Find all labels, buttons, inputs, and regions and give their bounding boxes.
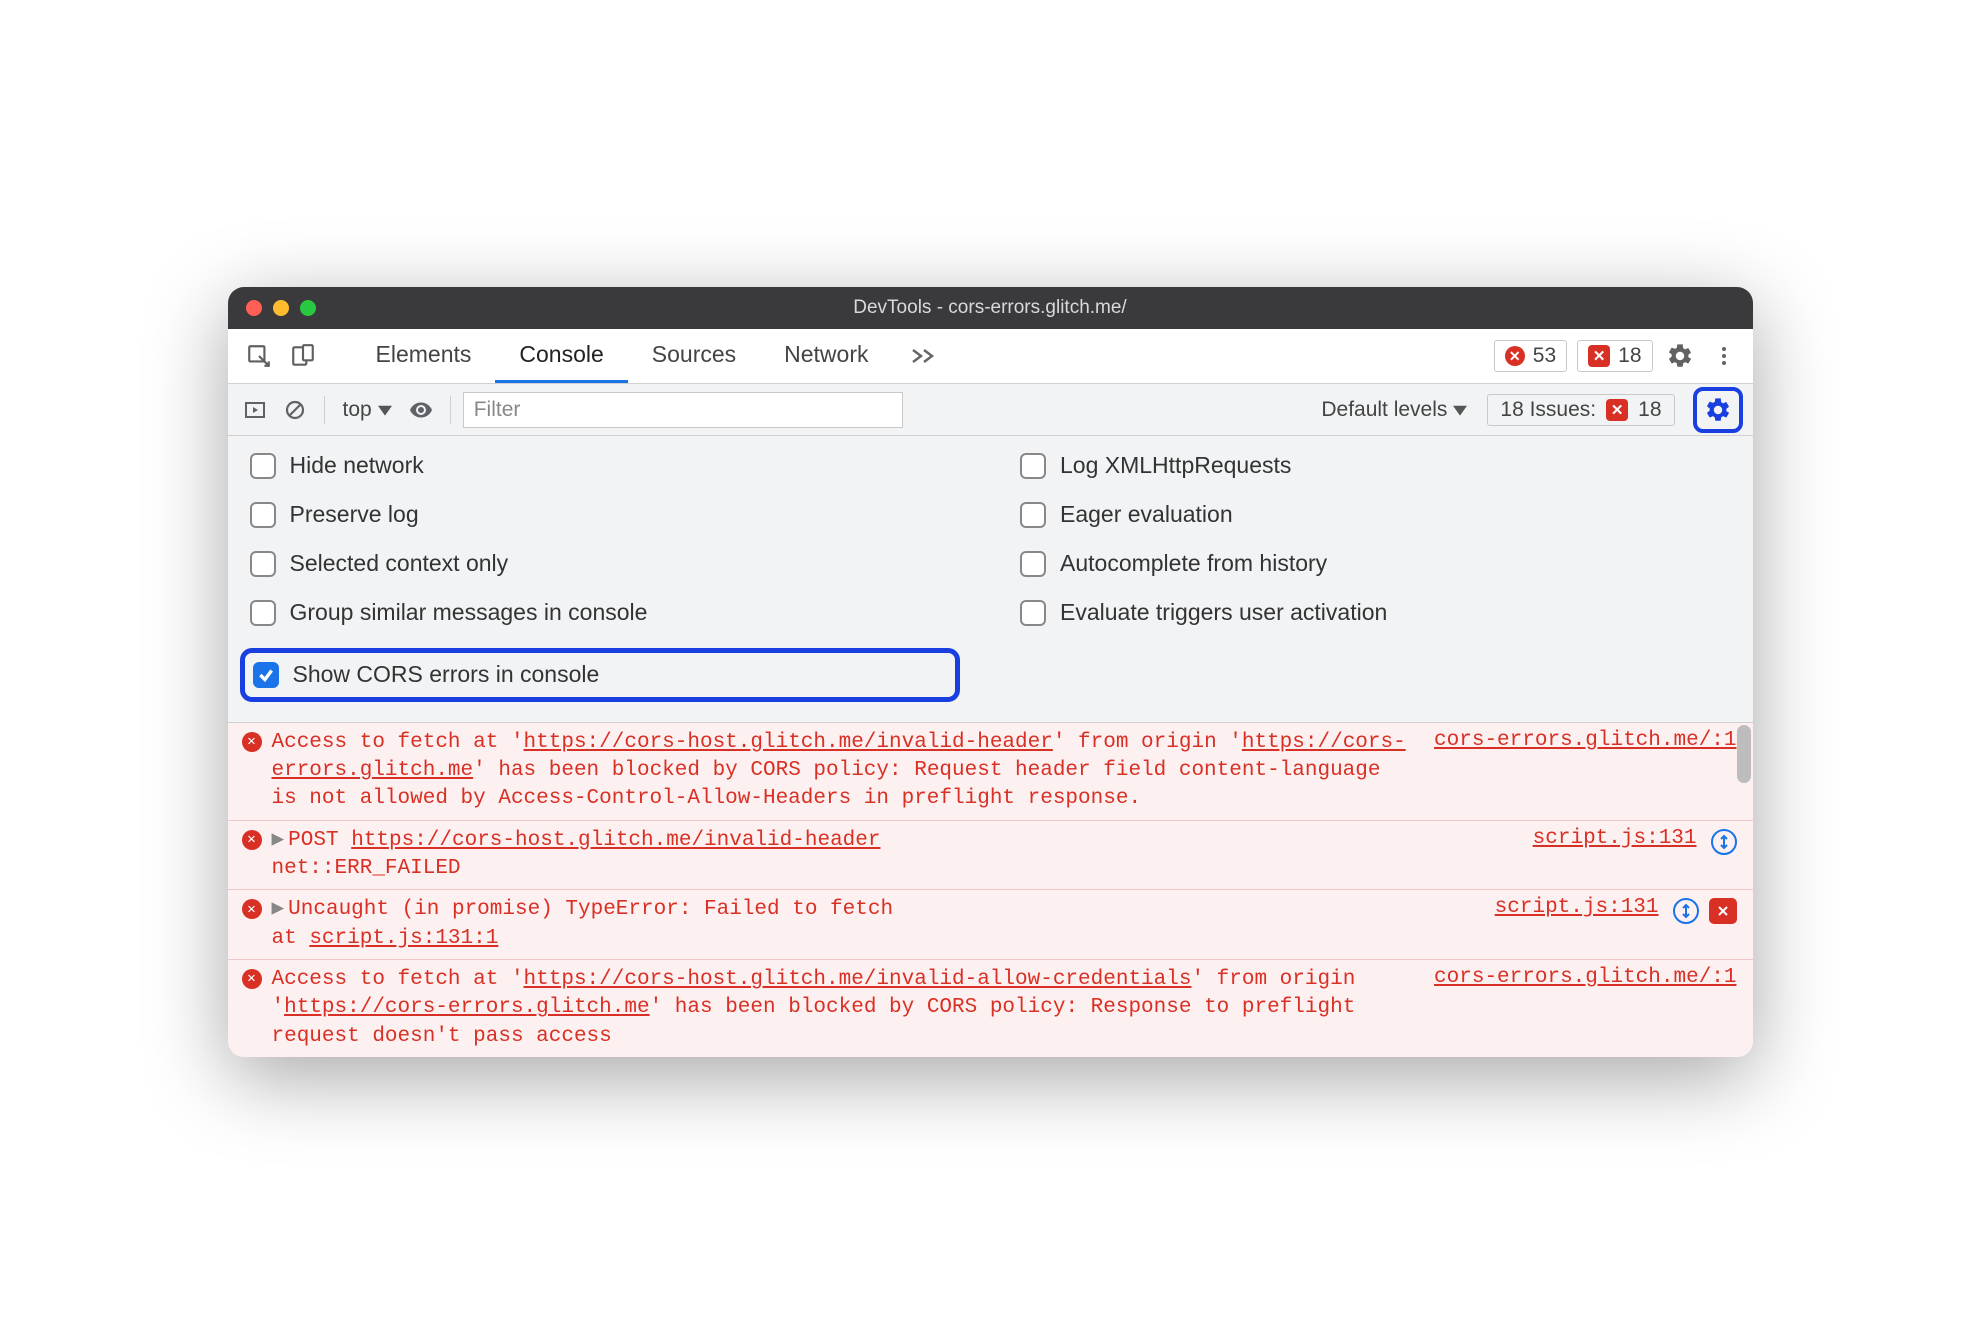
error-icon: ✕: [242, 899, 262, 919]
separator: [324, 396, 325, 424]
console-settings-panel: Hide network Log XMLHttpRequests Preserv…: [228, 436, 1753, 723]
checkbox-autocomplete-history[interactable]: Autocomplete from history: [1020, 550, 1327, 577]
issue-icon: ✕: [1588, 345, 1610, 367]
log-entry[interactable]: ✕ ▶POST https://cors-host.glitch.me/inva…: [228, 821, 1753, 891]
console-log-area: ✕ Access to fetch at 'https://cors-host.…: [228, 723, 1753, 1057]
close-window-button[interactable]: [246, 300, 262, 316]
checkbox-icon: [1020, 551, 1046, 577]
context-selector[interactable]: top: [337, 398, 398, 422]
titlebar: DevTools - cors-errors.glitch.me/: [228, 287, 1753, 329]
log-entry[interactable]: ✕ ▶Uncaught (in promise) TypeError: Fail…: [228, 890, 1753, 960]
checkbox-show-cors-errors[interactable]: Show CORS errors in console: [253, 661, 600, 688]
log-message: ▶Uncaught (in promise) TypeError: Failed…: [266, 896, 1475, 953]
checkbox-icon: [1020, 502, 1046, 528]
tab-network[interactable]: Network: [760, 329, 892, 383]
checkbox-icon: [253, 662, 279, 688]
log-levels-selector[interactable]: Default levels: [1321, 398, 1467, 422]
device-toolbar-icon[interactable]: [284, 337, 322, 375]
log-entry[interactable]: ✕ Access to fetch at 'https://cors-host.…: [228, 960, 1753, 1057]
checkbox-label: Hide network: [290, 452, 424, 479]
tabs-overflow-button[interactable]: [893, 329, 953, 383]
tab-console[interactable]: Console: [495, 329, 627, 383]
console-toolbar: top Default levels 18 Issues: ✕ 18: [228, 384, 1753, 436]
tab-sources[interactable]: Sources: [628, 329, 760, 383]
checkbox-label: Selected context only: [290, 550, 509, 577]
expand-triangle-icon[interactable]: ▶: [272, 829, 285, 852]
checkbox-icon: [250, 600, 276, 626]
checkbox-group-similar[interactable]: Group similar messages in console: [250, 599, 648, 626]
minimize-window-button[interactable]: [273, 300, 289, 316]
log-source-link[interactable]: cors-errors.glitch.me/:1: [1414, 966, 1736, 1051]
error-icon: ✕: [242, 830, 262, 850]
scrollbar[interactable]: [1737, 725, 1751, 783]
filter-input[interactable]: [463, 392, 903, 428]
checkbox-hide-network[interactable]: Hide network: [250, 452, 424, 479]
checkbox-label: Log XMLHttpRequests: [1060, 452, 1291, 479]
panel-tabstrip: Elements Console Sources Network ✕ 53 ✕ …: [228, 329, 1753, 384]
error-icon: ✕: [242, 969, 262, 989]
tab-elements[interactable]: Elements: [352, 329, 496, 383]
error-icon: ✕: [1505, 346, 1525, 366]
errors-count: 53: [1533, 344, 1556, 368]
issues-count: 18: [1618, 344, 1641, 368]
more-options-icon[interactable]: [1707, 339, 1741, 373]
error-icon: ✕: [242, 732, 262, 752]
checkbox-icon: [1020, 453, 1046, 479]
traffic-lights: [228, 300, 316, 316]
checkbox-icon: [1020, 600, 1046, 626]
clear-console-icon[interactable]: [278, 393, 312, 427]
context-label: top: [343, 398, 372, 422]
toggle-drawer-icon[interactable]: [238, 393, 272, 427]
log-message: Access to fetch at 'https://cors-host.gl…: [266, 729, 1415, 814]
issues-badge[interactable]: ✕ 18: [1577, 340, 1652, 372]
checkbox-preserve-log[interactable]: Preserve log: [250, 501, 419, 528]
inspect-element-icon[interactable]: [240, 337, 278, 375]
checkbox-label: Autocomplete from history: [1060, 550, 1327, 577]
separator: [450, 396, 451, 424]
checkbox-icon: [250, 551, 276, 577]
live-expression-icon[interactable]: [404, 393, 438, 427]
issues-badge-count: 18: [1638, 398, 1661, 422]
issues-counter[interactable]: 18 Issues: ✕ 18: [1487, 394, 1674, 426]
log-message: ▶POST https://cors-host.glitch.me/invali…: [266, 827, 1513, 884]
checkbox-label: Show CORS errors in console: [293, 661, 600, 688]
network-reveal-icon[interactable]: [1673, 898, 1699, 924]
window-title: DevTools - cors-errors.glitch.me/: [228, 297, 1753, 319]
issue-icon: ✕: [1606, 399, 1628, 421]
checkbox-icon: [250, 502, 276, 528]
settings-gear-icon[interactable]: [1663, 339, 1697, 373]
checkbox-eager-eval[interactable]: Eager evaluation: [1020, 501, 1233, 528]
network-reveal-icon[interactable]: [1711, 829, 1737, 855]
checkbox-selected-context[interactable]: Selected context only: [250, 550, 509, 577]
log-message: Access to fetch at 'https://cors-host.gl…: [266, 966, 1415, 1051]
levels-label: Default levels: [1321, 398, 1447, 422]
expand-triangle-icon[interactable]: ▶: [272, 898, 285, 921]
checkbox-icon: [250, 453, 276, 479]
devtools-window: DevTools - cors-errors.glitch.me/ Elemen…: [228, 287, 1753, 1057]
console-settings-gear-highlighted[interactable]: [1693, 387, 1743, 433]
log-source-link[interactable]: script.js:131: [1475, 896, 1659, 953]
maximize-window-button[interactable]: [300, 300, 316, 316]
checkbox-label: Preserve log: [290, 501, 419, 528]
errors-badge[interactable]: ✕ 53: [1494, 340, 1567, 372]
log-source-link[interactable]: script.js:131: [1513, 827, 1697, 884]
checkbox-label: Evaluate triggers user activation: [1060, 599, 1387, 626]
log-source-link[interactable]: cors-errors.glitch.me/:1: [1414, 729, 1736, 814]
checkbox-log-xhr[interactable]: Log XMLHttpRequests: [1020, 452, 1291, 479]
panel-tabs: Elements Console Sources Network: [352, 329, 953, 383]
issue-badge-icon[interactable]: [1709, 898, 1737, 924]
checkbox-label: Group similar messages in console: [290, 599, 648, 626]
issues-label: 18 Issues:: [1500, 398, 1596, 422]
highlighted-setting: Show CORS errors in console: [240, 648, 961, 702]
log-entry[interactable]: ✕ Access to fetch at 'https://cors-host.…: [228, 723, 1753, 821]
checkbox-label: Eager evaluation: [1060, 501, 1233, 528]
checkbox-evaluate-triggers[interactable]: Evaluate triggers user activation: [1020, 599, 1387, 626]
